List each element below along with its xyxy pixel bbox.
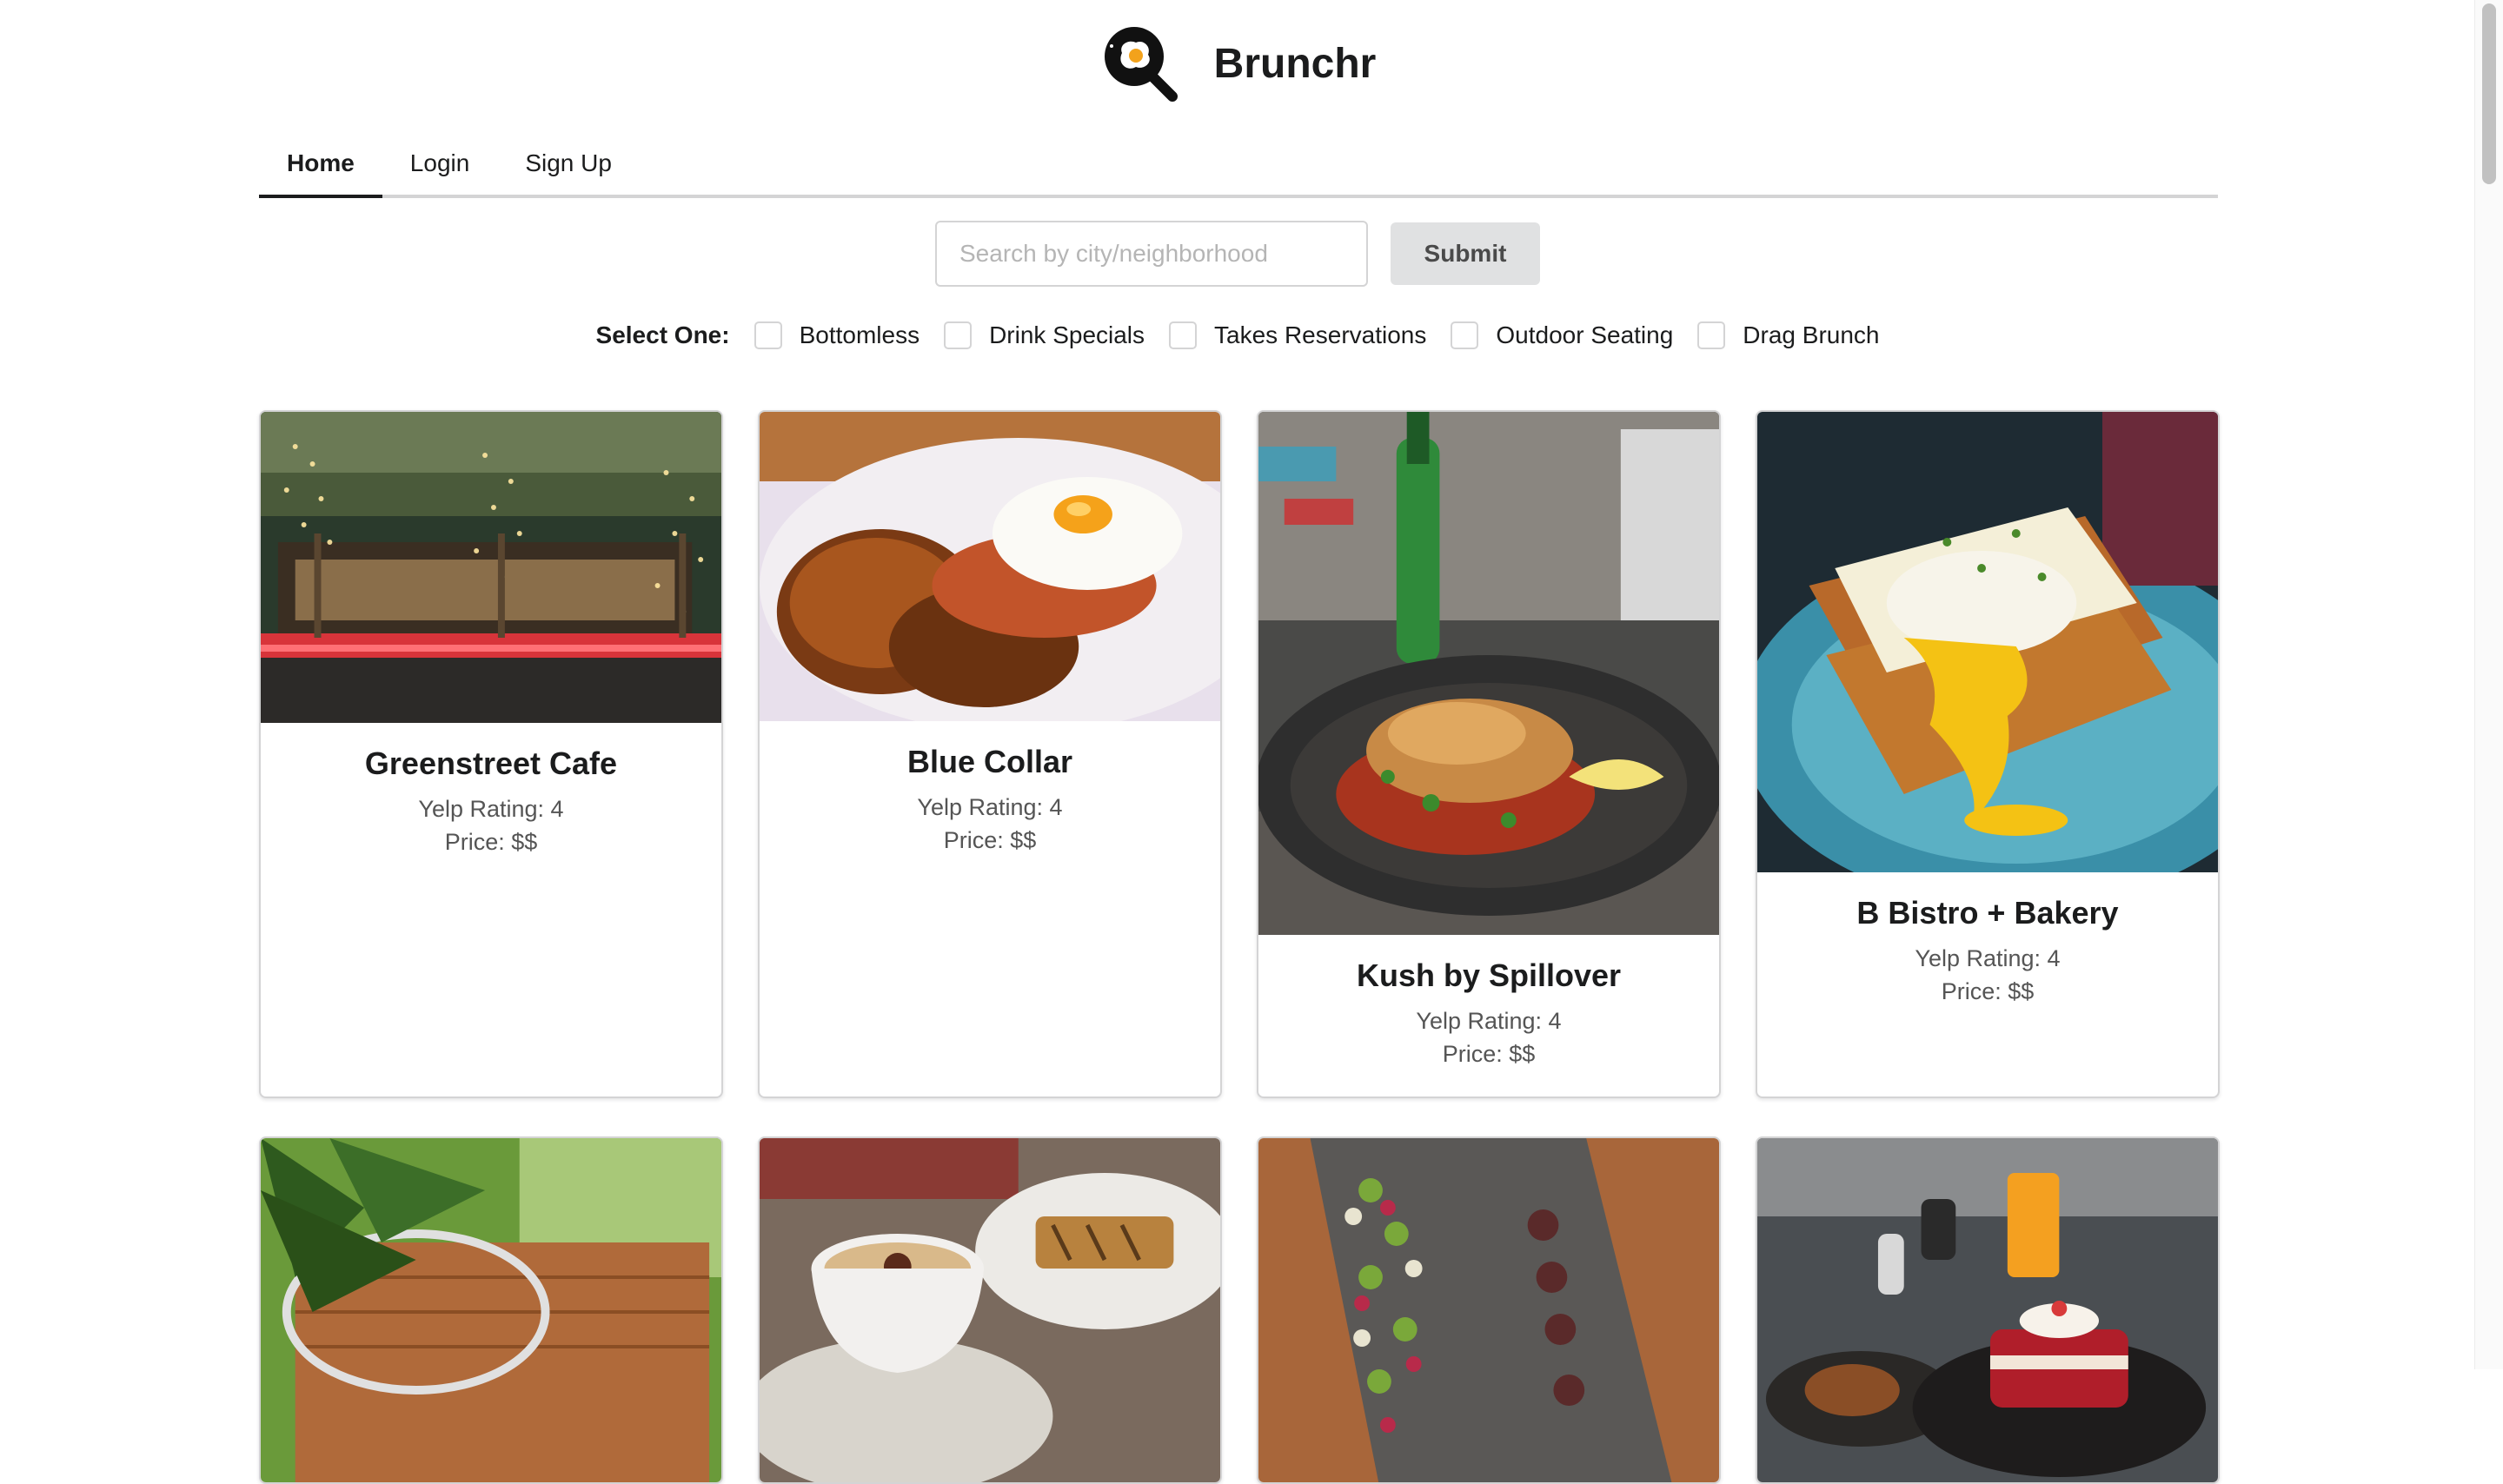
tropical-garden-photo (261, 1138, 721, 1482)
bottomless-checkbox[interactable] (754, 321, 782, 349)
restaurant-card[interactable]: Greenstreet Cafe Yelp Rating: 4 Price: $… (259, 410, 723, 1098)
search-bar: Submit (0, 221, 2475, 287)
restaurant-price: Price: $$ (1941, 978, 2035, 1004)
coffee-and-panini-photo (760, 1138, 1220, 1482)
drag-brunch-checkbox[interactable] (1697, 321, 1726, 349)
restaurant-rating: Yelp Rating: 4 (1416, 1008, 1562, 1034)
tab-home[interactable]: Home (259, 132, 382, 198)
red-velvet-pancakes-photo (1757, 1138, 2218, 1482)
app-name: Brunchr (1213, 40, 1377, 87)
filter-options: Select One: Bottomless Drink Specials Ta… (0, 318, 2475, 353)
filter-takes-reservations[interactable]: Takes Reservations (1169, 321, 1426, 349)
restaurant-card[interactable] (259, 1136, 723, 1484)
restaurant-name: Blue Collar (906, 744, 1073, 779)
restaurant-card[interactable]: Blue Collar Yelp Rating: 4 Price: $$ (758, 410, 1222, 1098)
filter-option-label: Drag Brunch (1743, 321, 1880, 348)
crispy-fish-plate-photo (1258, 412, 1719, 935)
filter-option-label: Outdoor Seating (1496, 321, 1674, 348)
scrollbar-thumb[interactable] (2482, 3, 2496, 184)
filter-bottomless[interactable]: Bottomless (754, 321, 920, 349)
page-scrollbar[interactable] (2474, 0, 2503, 1369)
filter-option-label: Drink Specials (989, 321, 1145, 348)
restaurant-price: Price: $$ (444, 829, 538, 855)
outdoor-seating-checkbox[interactable] (1451, 321, 1479, 349)
restaurant-card[interactable] (1756, 1136, 2220, 1484)
outdoor-patio-photo (261, 412, 721, 723)
filter-label: Select One: (595, 321, 730, 348)
filter-option-label: Takes Reservations (1214, 321, 1427, 348)
submit-button[interactable]: Submit (1391, 222, 1540, 285)
restaurant-rating: Yelp Rating: 4 (1915, 945, 2061, 971)
restaurant-card[interactable]: Kush by Spillover Yelp Rating: 4 Price: … (1257, 410, 1721, 1098)
drink-specials-checkbox[interactable] (944, 321, 973, 349)
magnifier-egg-icon (1104, 27, 1178, 102)
restaurant-name: B Bistro + Bakery (1856, 895, 2119, 931)
slate-platter-photo (1258, 1138, 1719, 1482)
restaurant-rating: Yelp Rating: 4 (418, 796, 564, 822)
restaurant-card[interactable] (758, 1136, 1222, 1484)
brand: Brunchr (0, 23, 2475, 104)
tab-login[interactable]: Login (382, 132, 498, 195)
takes-reservations-checkbox[interactable] (1169, 321, 1198, 349)
restaurant-name: Greenstreet Cafe (364, 745, 618, 781)
filter-outdoor-seating[interactable]: Outdoor Seating (1451, 321, 1673, 349)
filter-drag-brunch[interactable]: Drag Brunch (1697, 321, 1879, 349)
restaurant-price: Price: $$ (1442, 1041, 1536, 1067)
restaurant-card[interactable]: B Bistro + Bakery Yelp Rating: 4 Price: … (1756, 410, 2220, 1098)
restaurant-rating: Yelp Rating: 4 (917, 794, 1063, 820)
filter-drink-specials[interactable]: Drink Specials (944, 321, 1145, 349)
restaurant-price: Price: $$ (943, 827, 1037, 853)
restaurant-card[interactable] (1257, 1136, 1721, 1484)
fried-egg-toast-photo (760, 412, 1220, 721)
egg-toast-stack-photo (1757, 412, 2218, 872)
filter-option-label: Bottomless (799, 321, 920, 348)
tab-sign-up[interactable]: Sign Up (497, 132, 640, 195)
search-input[interactable] (935, 221, 1368, 287)
nav-tabs: Home Login Sign Up (259, 132, 2218, 198)
restaurant-name: Kush by Spillover (1356, 957, 1622, 993)
